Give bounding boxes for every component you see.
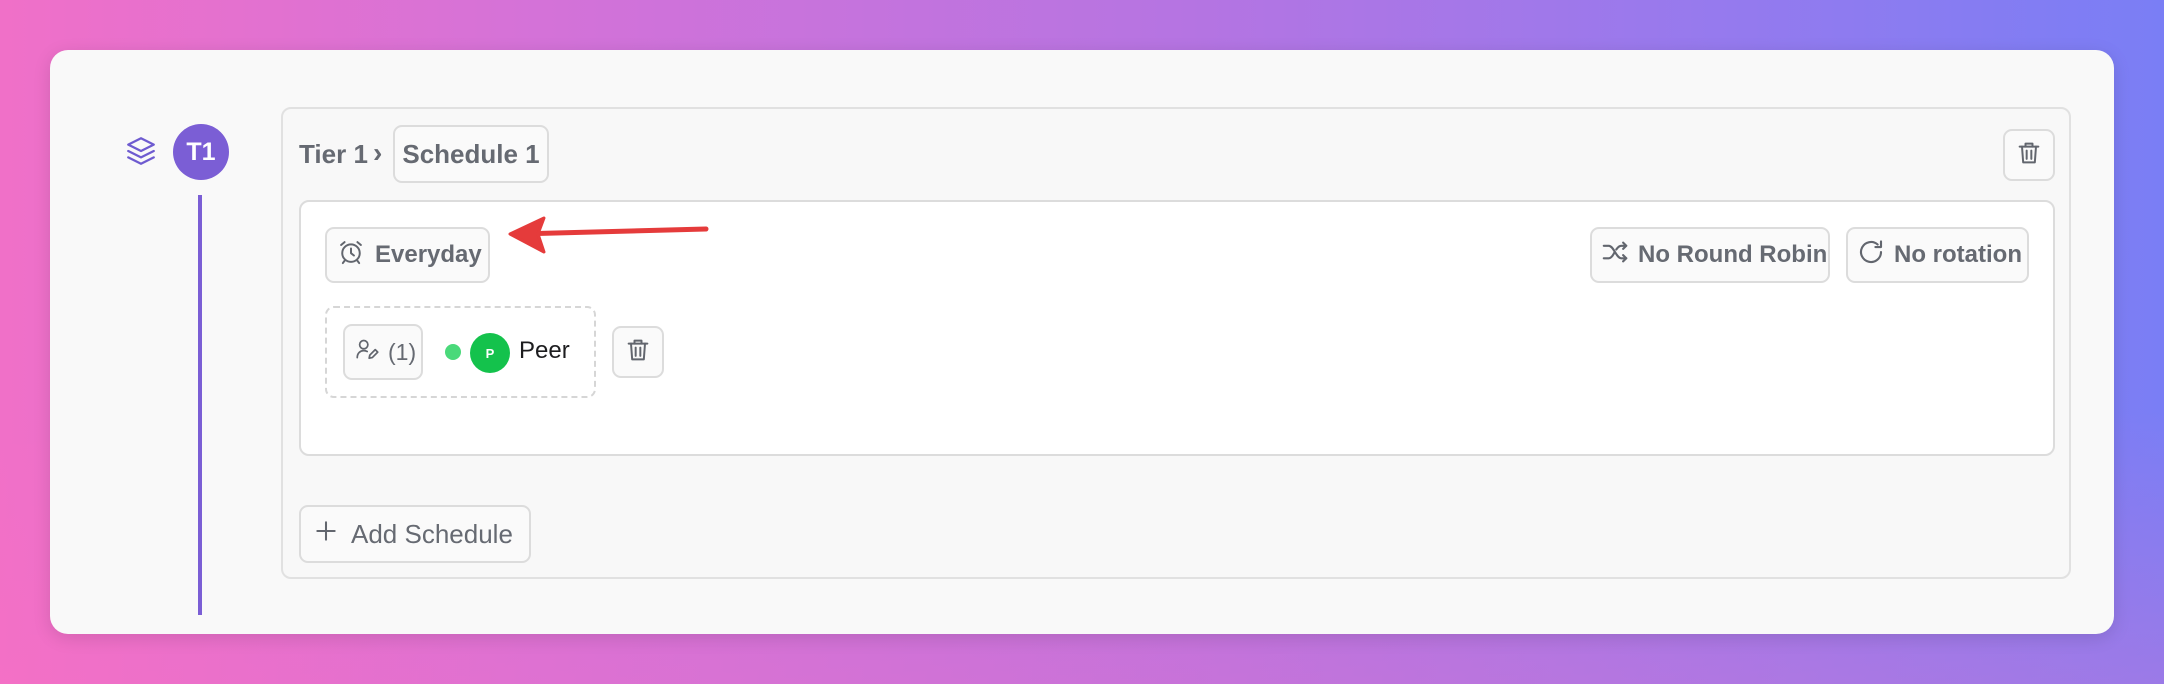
delete-member-button[interactable] — [612, 326, 664, 378]
alarm-clock-icon — [337, 238, 375, 273]
rotate-icon — [1856, 237, 1894, 274]
add-schedule-label: Add Schedule — [351, 518, 513, 549]
user-edit-icon — [354, 336, 388, 368]
days-selector-button[interactable]: Everyday — [325, 227, 490, 283]
tier-timeline-line — [198, 195, 202, 615]
layers-icon — [124, 134, 158, 168]
rotation-button[interactable]: No rotation — [1846, 227, 2029, 283]
assign-count: (1) — [388, 338, 417, 365]
rotation-label: No rotation — [1894, 241, 2022, 268]
days-selector-label: Everyday — [375, 241, 482, 268]
round-robin-button[interactable]: No Round Robin — [1590, 227, 1830, 283]
shuffle-icon — [1600, 237, 1638, 274]
member-name: Peer — [519, 337, 570, 364]
add-schedule-button[interactable]: Add Schedule — [299, 505, 531, 563]
round-robin-label: No Round Robin — [1638, 241, 1828, 268]
breadcrumb-tier: Tier 1 — [299, 139, 368, 169]
delete-tier-button[interactable] — [2003, 129, 2055, 181]
breadcrumb-separator: › — [373, 137, 383, 168]
tier-badge: T1 — [173, 124, 229, 180]
trash-icon — [624, 336, 652, 369]
trash-icon — [2015, 139, 2043, 172]
annotation-arrow — [508, 216, 709, 254]
member-avatar: P — [470, 333, 510, 373]
schedule-tab[interactable]: Schedule 1 — [393, 125, 549, 183]
plus-icon — [313, 518, 351, 551]
assign-members-button[interactable]: (1) — [343, 324, 423, 380]
status-online-dot — [445, 344, 461, 360]
